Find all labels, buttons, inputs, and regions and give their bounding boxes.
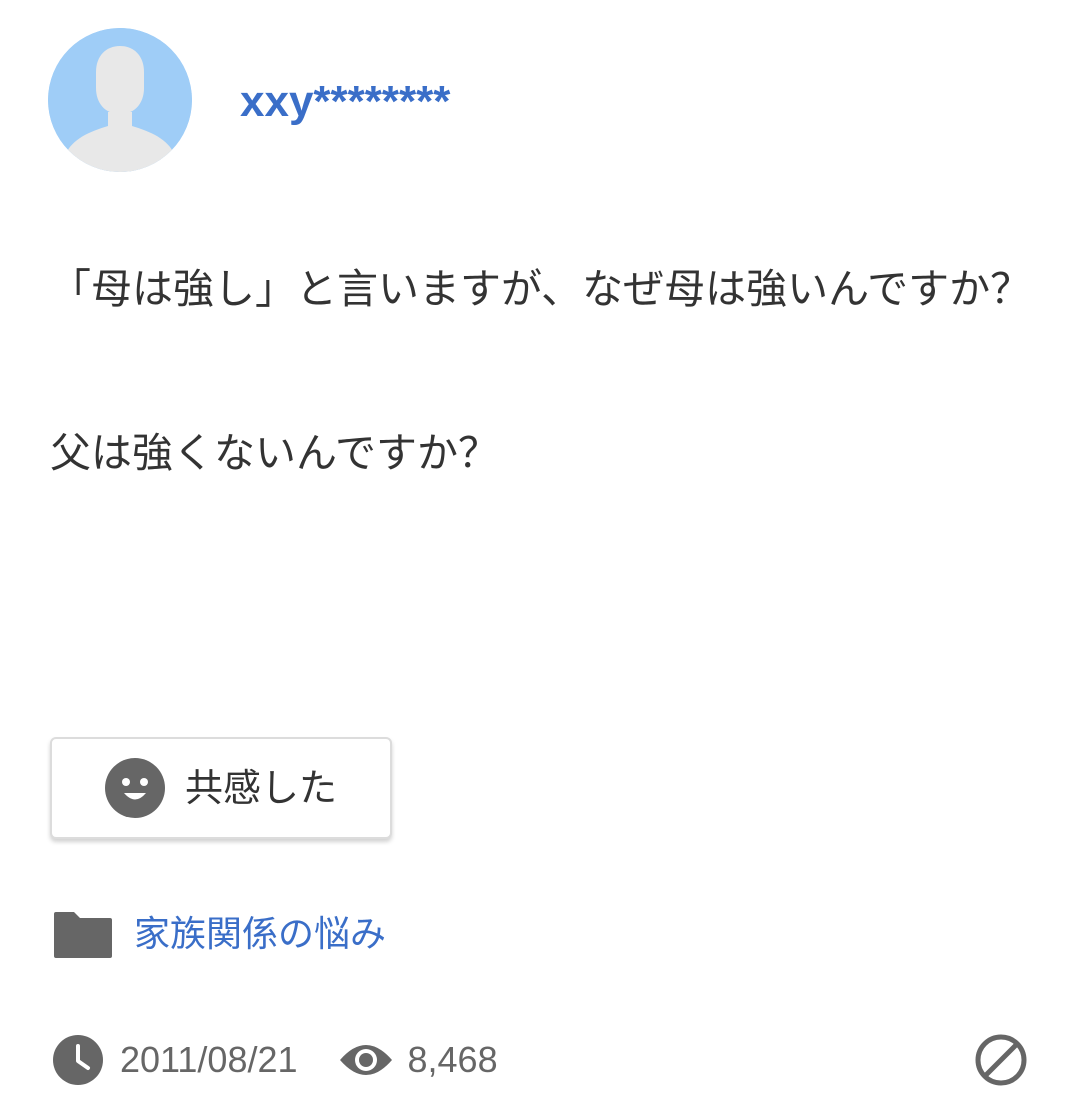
folder-icon xyxy=(54,912,112,958)
post-meta: 2011/08/21 8,468 xyxy=(52,1032,498,1088)
prohibited-icon[interactable] xyxy=(974,1033,1028,1087)
clock-icon xyxy=(53,1035,103,1085)
default-user-icon xyxy=(48,28,192,172)
category-label[interactable]: 家族関係の悩み xyxy=(134,905,386,965)
view-count: 8,468 xyxy=(407,1039,498,1080)
post-date: 2011/08/21 xyxy=(120,1039,298,1080)
eye-icon xyxy=(339,1045,392,1075)
username[interactable]: xxy******** xyxy=(240,72,450,132)
category-link[interactable]: 家族関係の悩み xyxy=(52,905,386,965)
question-line-2: 父は強くないんですか？ xyxy=(50,429,499,477)
question-body: 「母は強し」と言いますが、なぜ母は強いんですか？ 父は強くないんですか？ xyxy=(50,248,1040,494)
smiley-face-icon xyxy=(104,758,165,818)
question-line-1: 「母は強し」と言いますが、なぜ母は強いんですか？ xyxy=(50,265,1032,313)
empathy-button[interactable]: 共感した xyxy=(50,737,392,839)
user-avatar[interactable] xyxy=(48,28,192,172)
empathy-button-label: 共感した xyxy=(184,766,337,810)
